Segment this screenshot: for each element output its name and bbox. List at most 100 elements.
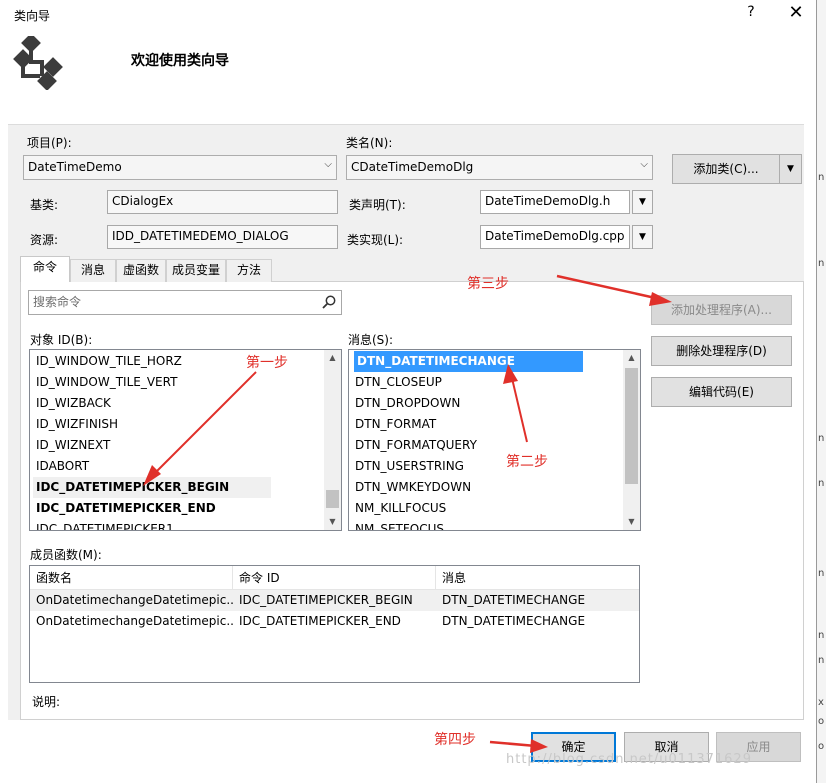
- member-functions-label: 成员函数(M):: [30, 548, 102, 562]
- welcome-heading: 欢迎使用类向导: [131, 53, 229, 69]
- table-row[interactable]: OnDatetimechangeDatetimepic... IDC_DATET…: [30, 611, 639, 632]
- help-icon[interactable]: ?: [742, 4, 760, 24]
- command-search-input[interactable]: [29, 291, 309, 312]
- add-class-button[interactable]: 添加类(C)...: [672, 154, 780, 184]
- annotation-arrow-step4: [489, 740, 537, 748]
- description-label: 说明:: [32, 695, 61, 709]
- side-glyph: o: [818, 741, 825, 752]
- table-cell: DTN_DATETIMECHANGE: [442, 593, 586, 607]
- annotation-step1: 第一步: [246, 355, 288, 371]
- edit-code-button[interactable]: 编辑代码(E): [651, 377, 792, 407]
- table-cell: IDC_DATETIMEPICKER_END: [239, 614, 401, 628]
- resource-label: 资源:: [30, 233, 59, 247]
- list-item[interactable]: IDC_DATETIMEPICKER1: [36, 519, 174, 530]
- scroll-down-icon[interactable]: ▼: [324, 514, 341, 530]
- tab-commands[interactable]: 命令: [20, 256, 70, 282]
- add-class-dropdown-icon[interactable]: ▼: [780, 154, 802, 184]
- class-wizard-logo-icon: [13, 36, 63, 90]
- list-item[interactable]: DTN_FORMAT: [355, 414, 436, 435]
- side-glyph: n: [818, 568, 825, 579]
- list-item[interactable]: DTN_USERSTRING: [355, 456, 464, 477]
- table-cell: DTN_DATETIMECHANGE: [442, 614, 586, 628]
- tab-messages[interactable]: 消息: [70, 259, 116, 282]
- tab-member-variables[interactable]: 成员变量: [166, 259, 226, 282]
- member-functions-grid[interactable]: 函数名 命令 ID 消息 OnDatetimechangeDatetimepic…: [29, 565, 640, 683]
- side-glyph: n: [818, 478, 825, 489]
- column-header-message[interactable]: 消息: [436, 566, 639, 590]
- resource-field[interactable]: IDD_DATETIMEDEMO_DIALOG: [107, 225, 338, 249]
- messages-list[interactable]: DTN_DATETIMECHANGE DTN_CLOSEUP DTN_DROPD…: [348, 349, 641, 531]
- column-header-function[interactable]: 函数名: [30, 566, 233, 590]
- annotation-step4: 第四步: [434, 732, 476, 748]
- list-item[interactable]: IDABORT: [36, 456, 89, 477]
- close-icon[interactable]: ✕: [785, 2, 807, 24]
- class-decl-label: 类声明(T):: [349, 198, 406, 212]
- list-item[interactable]: ID_WINDOW_TILE_HORZ: [36, 351, 182, 372]
- list-item-selected[interactable]: IDC_DATETIMEPICKER_BEGIN: [33, 477, 271, 498]
- grid-header: 函数名 命令 ID 消息: [30, 566, 639, 590]
- command-search-box: [28, 290, 342, 315]
- watermark-text: http://blog.csdn.net/u011371629: [506, 752, 752, 767]
- table-row[interactable]: OnDatetimechangeDatetimepic... IDC_DATET…: [30, 590, 639, 611]
- messages-list-scrollbar[interactable]: ▲ ▼: [623, 350, 640, 530]
- list-item[interactable]: NM_SETFOCUS: [355, 519, 444, 530]
- object-list-scrollbar[interactable]: ▲ ▼: [324, 350, 341, 530]
- search-icon[interactable]: [321, 294, 337, 310]
- project-value: DateTimeDemo: [28, 160, 122, 174]
- classname-label: 类名(N):: [346, 136, 393, 150]
- side-glyph: x: [818, 697, 824, 708]
- scroll-down-icon[interactable]: ▼: [623, 514, 640, 530]
- side-glyph: n: [818, 258, 825, 269]
- side-glyph: o: [818, 716, 825, 727]
- annotation-step2: 第二步: [506, 454, 548, 470]
- list-item[interactable]: ID_WIZNEXT: [36, 435, 110, 456]
- side-glyph: n: [818, 655, 825, 666]
- background-window-edge: n n n n n n n x o o: [817, 0, 826, 783]
- side-glyph: n: [818, 433, 825, 444]
- classname-value: CDateTimeDemoDlg: [351, 160, 474, 174]
- list-item-selected[interactable]: DTN_DATETIMECHANGE: [354, 351, 583, 372]
- dropdown-arrow-icon: ⌵: [324, 159, 332, 170]
- list-item[interactable]: DTN_WMKEYDOWN: [355, 477, 471, 498]
- list-item[interactable]: NM_KILLFOCUS: [355, 498, 446, 519]
- title-bar: 类向导 ? ✕: [0, 0, 817, 30]
- tab-virtual-functions[interactable]: 虚函数: [116, 259, 166, 282]
- list-item[interactable]: DTN_CLOSEUP: [355, 372, 442, 393]
- delete-handler-button[interactable]: 删除处理程序(D): [651, 336, 792, 366]
- list-item[interactable]: DTN_FORMATQUERY: [355, 435, 477, 456]
- class-decl-field[interactable]: DateTimeDemoDlg.h: [480, 190, 630, 214]
- list-item[interactable]: IDC_DATETIMEPICKER_END: [36, 498, 216, 519]
- object-id-label: 对象 ID(B):: [30, 333, 93, 347]
- annotation-step3: 第三步: [467, 276, 509, 292]
- class-wizard-window: 类向导 ? ✕ 欢迎使用类向导 项目(P): DateTimeDemo ⌵ 类名…: [0, 0, 817, 783]
- list-item[interactable]: ID_WINDOW_TILE_VERT: [36, 372, 177, 393]
- add-handler-button[interactable]: 添加处理程序(A)...: [651, 295, 792, 325]
- scroll-thumb[interactable]: [625, 368, 638, 484]
- tab-methods[interactable]: 方法: [226, 259, 272, 282]
- add-class-split-button: 添加类(C)... ▼: [672, 154, 802, 184]
- scroll-up-icon[interactable]: ▲: [623, 350, 640, 366]
- column-header-command-id[interactable]: 命令 ID: [233, 566, 436, 590]
- side-glyph: n: [818, 172, 825, 183]
- table-cell: OnDatetimechangeDatetimepic...: [36, 614, 233, 628]
- class-impl-field[interactable]: DateTimeDemoDlg.cpp: [480, 225, 630, 249]
- window-title: 类向导: [14, 9, 51, 23]
- table-cell: OnDatetimechangeDatetimepic...: [36, 593, 233, 607]
- class-impl-label: 类实现(L):: [347, 233, 404, 247]
- list-item[interactable]: ID_WIZFINISH: [36, 414, 118, 435]
- class-decl-dropdown-icon[interactable]: ▼: [632, 190, 653, 214]
- object-id-list[interactable]: ID_WINDOW_TILE_HORZ ID_WINDOW_TILE_VERT …: [29, 349, 342, 531]
- scroll-up-icon[interactable]: ▲: [324, 350, 341, 366]
- classname-combo[interactable]: CDateTimeDemoDlg ⌵: [346, 155, 653, 180]
- base-class-field[interactable]: CDialogEx: [107, 190, 338, 214]
- messages-label: 消息(S):: [348, 333, 394, 347]
- scroll-thumb[interactable]: [326, 490, 339, 508]
- dropdown-arrow-icon: ⌵: [640, 159, 648, 170]
- list-item[interactable]: ID_WIZBACK: [36, 393, 111, 414]
- table-cell: IDC_DATETIMEPICKER_BEGIN: [239, 593, 413, 607]
- class-impl-dropdown-icon[interactable]: ▼: [632, 225, 653, 249]
- list-item[interactable]: DTN_DROPDOWN: [355, 393, 460, 414]
- project-label: 项目(P):: [27, 136, 72, 150]
- base-class-label: 基类:: [30, 198, 59, 212]
- project-combo[interactable]: DateTimeDemo ⌵: [23, 155, 337, 180]
